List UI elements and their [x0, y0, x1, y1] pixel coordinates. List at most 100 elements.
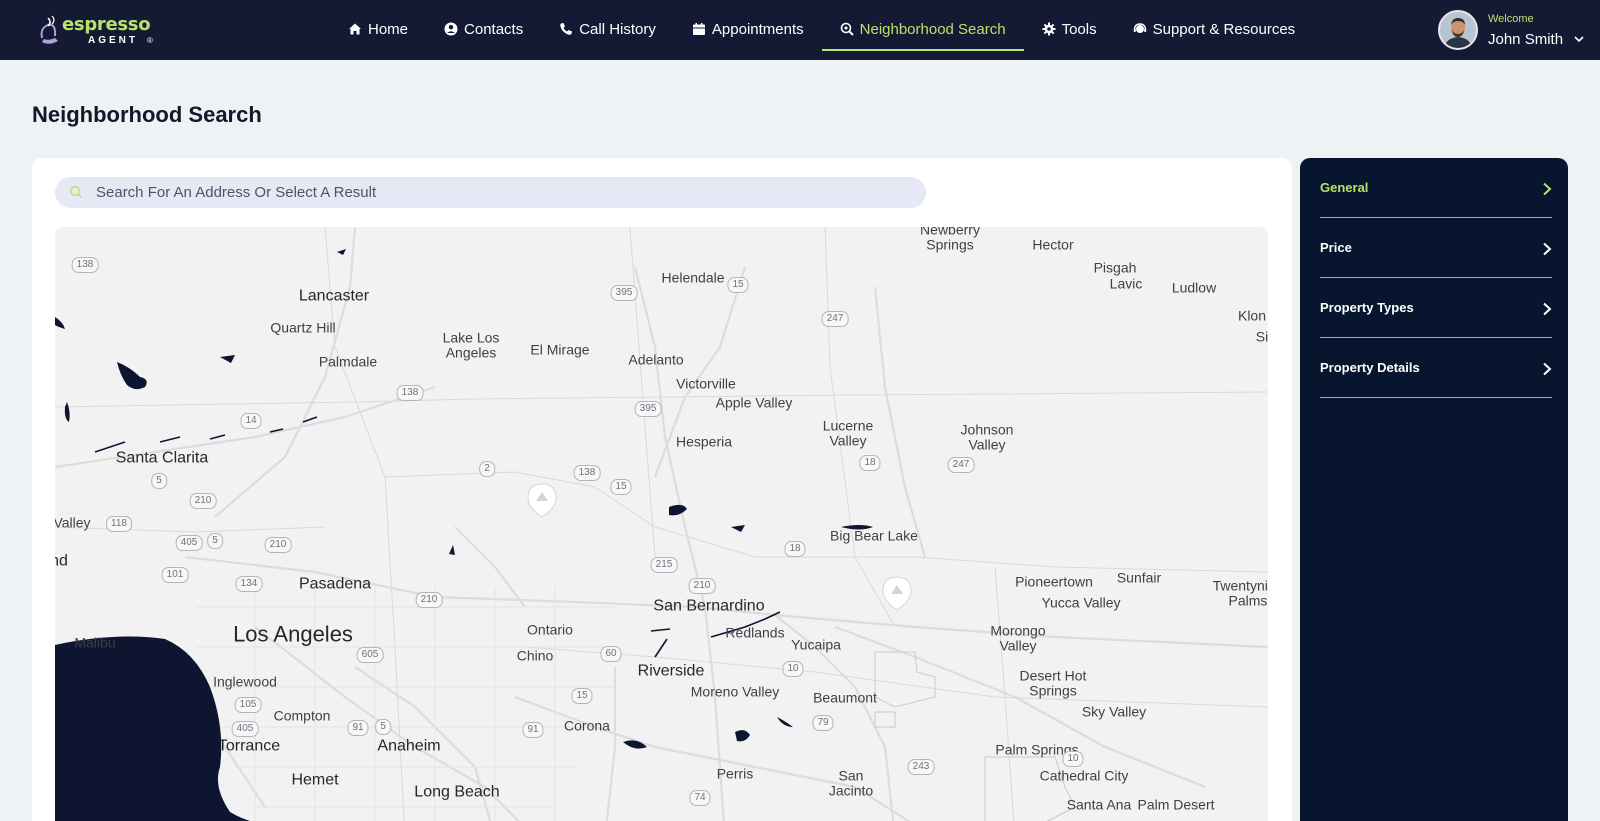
- map-place-label: Yucaipa: [791, 636, 841, 653]
- nav-support-resources[interactable]: Support & Resources: [1115, 0, 1314, 58]
- map-place-label: Morongo Valley: [990, 622, 1046, 653]
- map-place-label: Pioneertown: [1015, 573, 1093, 590]
- chevron-right-icon: [1543, 182, 1552, 196]
- map-place-label: Compton: [273, 707, 331, 724]
- map-place-label: Adelanto: [628, 351, 684, 368]
- route-shield: 101: [161, 567, 189, 583]
- map-place-label: San Bernardino: [653, 597, 765, 615]
- map-place-label: Sunfair: [1116, 569, 1162, 586]
- chevron-down-icon[interactable]: [1574, 34, 1584, 44]
- filter-general-label: General: [1320, 180, 1369, 195]
- search-icon: [69, 185, 83, 199]
- route-shield: 10: [782, 661, 804, 677]
- route-shield: 134: [235, 576, 263, 592]
- map-place-label: Torrance: [217, 737, 281, 755]
- route-shield: 5: [375, 719, 391, 735]
- filter-price[interactable]: Price: [1320, 218, 1552, 278]
- route-shield: 605: [356, 647, 384, 663]
- filter-general[interactable]: General: [1320, 158, 1552, 218]
- map-place-label: Riverside: [637, 662, 705, 680]
- route-shield: 243: [907, 759, 935, 775]
- map-place-label: Pasadena: [298, 575, 372, 593]
- logo-subtitle: AGENT: [88, 35, 138, 46]
- route-shield: 18: [859, 455, 881, 471]
- route-shield: 91: [522, 722, 544, 738]
- route-shield: 395: [610, 285, 638, 301]
- filter-property-details[interactable]: Property Details: [1320, 338, 1552, 398]
- map-place-label: Lavic: [1109, 275, 1143, 292]
- route-shield: 405: [231, 721, 259, 737]
- map-place-label: Valley: [55, 514, 91, 531]
- map-place-label: Pisgah: [1093, 259, 1137, 276]
- map-view[interactable]: Newberry Springs Hector Pisgah Lavic Ludlow Kl…: [55, 227, 1268, 821]
- map-place-label: Sky Valley: [1081, 703, 1147, 720]
- map-place-label: Hector: [1032, 236, 1074, 253]
- map-place-label: Si: [1255, 328, 1268, 345]
- route-shield: 15: [727, 277, 749, 293]
- map-place-label: Los Angeles: [233, 621, 353, 647]
- nav-home[interactable]: Home: [330, 0, 426, 58]
- filter-property-types[interactable]: Property Types: [1320, 278, 1552, 338]
- calendar-icon: [692, 23, 705, 35]
- chevron-right-icon: [1543, 242, 1552, 256]
- route-shield: 210: [415, 592, 443, 608]
- route-shield: 138: [71, 257, 99, 273]
- avatar-photo: [1440, 12, 1476, 48]
- map-place-label: Yucca Valley: [1041, 594, 1121, 611]
- map-place-label: Long Beach: [414, 783, 500, 801]
- chevron-right-icon: [1543, 362, 1552, 376]
- map-place-label: Moreno Valley: [690, 683, 780, 700]
- route-shield: 14: [240, 413, 262, 429]
- route-shield: 10: [1062, 751, 1084, 767]
- map-place-label: Lake Los Angeles: [442, 329, 500, 360]
- map-place-label: Big Bear Lake: [830, 527, 918, 544]
- address-search-bar: [55, 177, 926, 208]
- filter-property-details-label: Property Details: [1320, 360, 1420, 375]
- nav-contacts[interactable]: Contacts: [426, 0, 541, 58]
- map-place-label: Ontario: [527, 621, 573, 638]
- nav-contacts-label: Contacts: [464, 20, 524, 38]
- main-nav: Home Contacts Call History Appointments …: [330, 0, 1313, 60]
- nav-neighborhood-search-label: Neighborhood Search: [859, 20, 1006, 38]
- nav-support-resources-label: Support & Resources: [1152, 20, 1296, 38]
- nav-tools[interactable]: Tools: [1024, 0, 1115, 58]
- map-place-label: Hesperia: [675, 433, 733, 450]
- map-place-label: Inglewood: [213, 673, 277, 690]
- route-shield: 91: [347, 720, 369, 736]
- gear-icon: [1042, 22, 1056, 36]
- map-place-label: nd: [55, 552, 68, 570]
- nav-appointments[interactable]: Appointments: [674, 0, 822, 58]
- route-shield: 210: [264, 537, 292, 553]
- user-name: John Smith: [1488, 31, 1564, 48]
- user-menu[interactable]: Welcome John Smith: [1438, 10, 1588, 50]
- map-place-label: Quartz Hill: [270, 319, 336, 336]
- route-shield: 210: [189, 493, 217, 509]
- map-place-label: Malibu: [74, 634, 116, 651]
- map-place-label: El Mirage: [530, 341, 590, 358]
- map-place-label: Corona: [564, 717, 610, 734]
- user-circle-icon: [444, 22, 458, 36]
- coffee-cup-icon: [40, 15, 58, 44]
- route-shield: 247: [821, 311, 849, 327]
- avatar[interactable]: [1438, 10, 1478, 50]
- map-place-label: Chino: [516, 647, 554, 664]
- route-shield: 138: [573, 465, 601, 481]
- nav-call-history[interactable]: Call History: [541, 0, 674, 58]
- route-shield: 60: [600, 646, 622, 662]
- search-input[interactable]: [96, 177, 916, 208]
- route-shield: 15: [571, 688, 593, 704]
- route-shield: 395: [634, 401, 662, 417]
- map-card: NewberrySprings Hector PisgahLavic Ludlow Kl…: [32, 158, 1292, 821]
- map-place-label: Hemet: [291, 771, 339, 789]
- map-place-label: Santa Ana: [1066, 796, 1132, 813]
- route-shield: 118: [106, 516, 132, 532]
- map-place-label: Victorville: [676, 375, 736, 392]
- route-shield: 105: [234, 697, 262, 713]
- welcome-text: Welcome: [1488, 13, 1534, 25]
- nav-neighborhood-search[interactable]: Neighborhood Search: [821, 0, 1024, 58]
- phone-icon: [560, 23, 573, 35]
- support-icon: [1133, 23, 1146, 33]
- map-place-label: Palm Desert: [1137, 796, 1215, 813]
- search-location-icon: [840, 22, 854, 36]
- espresso-agent-logo[interactable]: espresso AGENT ®: [36, 12, 156, 48]
